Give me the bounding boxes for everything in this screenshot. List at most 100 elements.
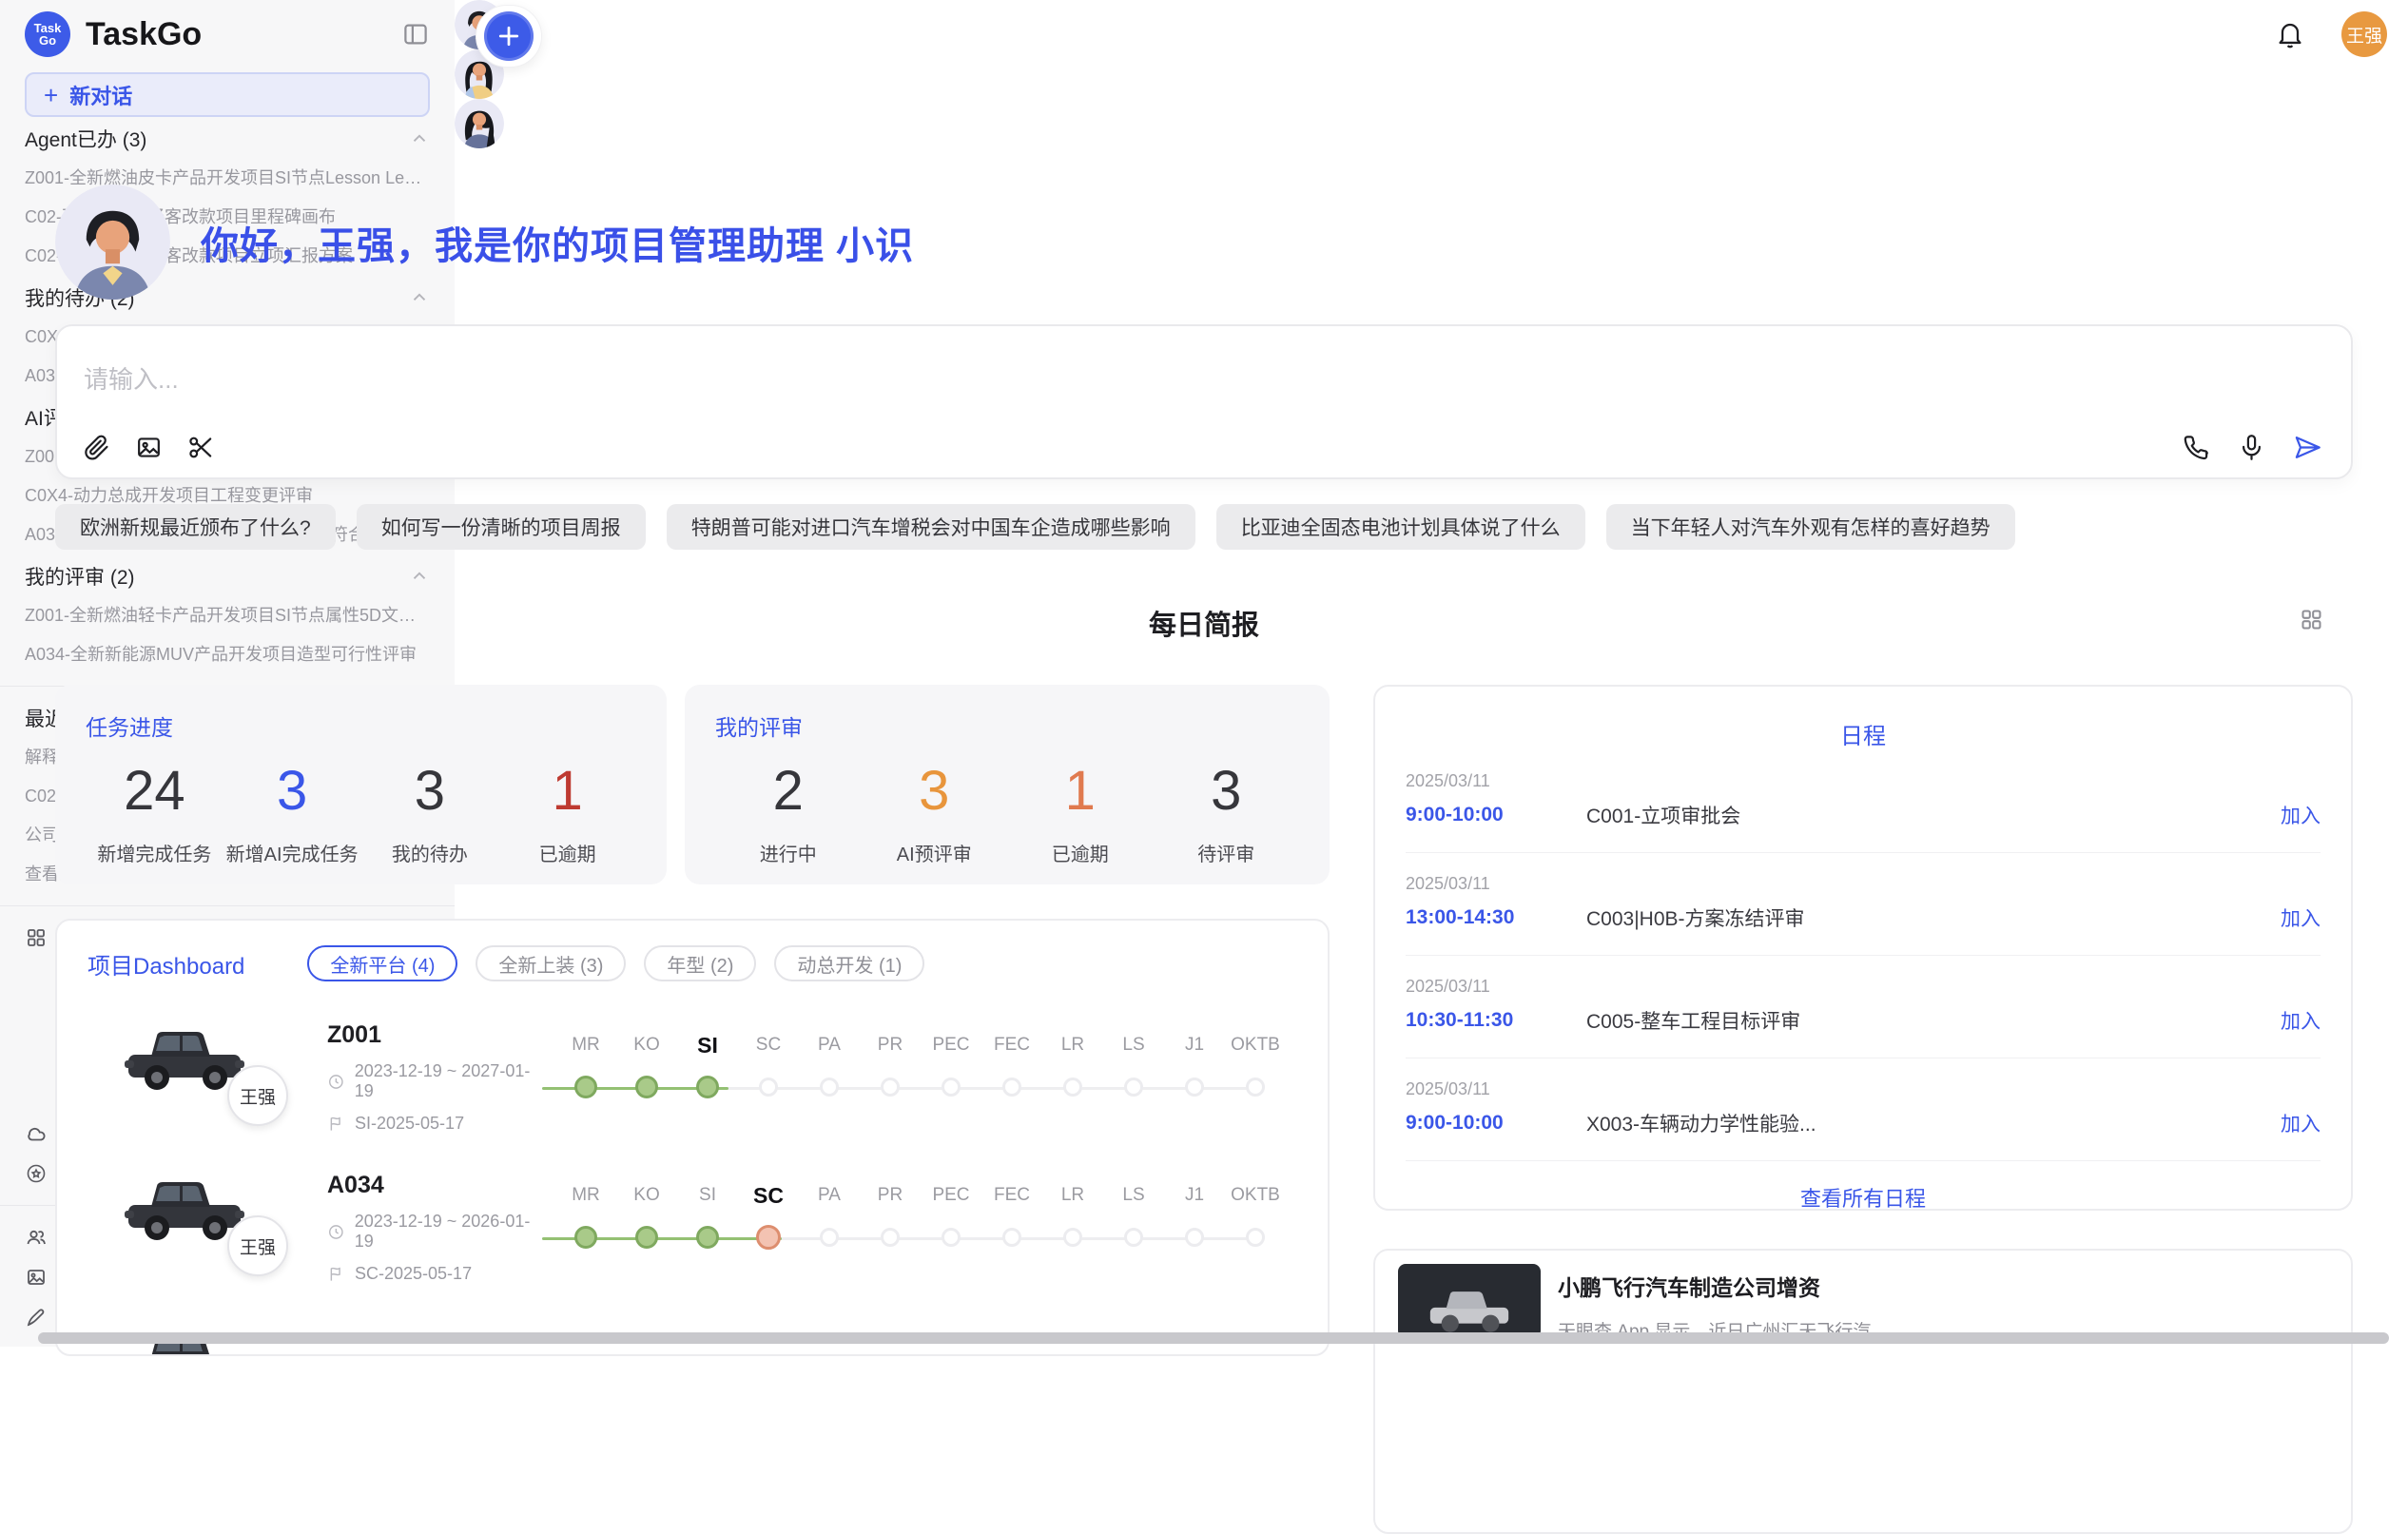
suggestion-chip[interactable]: 如何写一份清晰的项目周报 [357,504,646,550]
schedule-time: 9:00-10:00 [1406,804,1562,826]
milestone-node [1002,1078,1021,1097]
milestone-node [942,1078,961,1097]
milestone-node [1124,1078,1143,1097]
milestone-node-done [696,1226,719,1249]
milestone-node [820,1228,839,1247]
date-range-text: 2023-12-19 ~ 2026-01-19 [355,1212,546,1252]
clock-icon [327,1223,345,1241]
join-button[interactable]: 加入 [2281,1109,2321,1137]
chat-input[interactable]: 请输入... [84,360,2324,396]
microphone-icon[interactable] [2237,433,2266,462]
flag-icon [327,1115,345,1133]
chat-composer: 请输入... [55,324,2353,479]
view-all-schedule-link[interactable]: 查看所有日程 [1406,1182,2321,1211]
assistant-avatar-3[interactable] [455,99,504,148]
add-assistant-button[interactable] [484,11,534,61]
stat-label: 进行中 [715,839,862,866]
attachment-icon[interactable] [82,433,111,462]
milestone-label: PA [818,1181,841,1210]
image-upload-icon[interactable] [134,433,164,462]
milestone-node-done [635,1076,658,1098]
schedule-card: 日程 2025/03/11 9:00-10:00 C001-立项审批会 加入 2… [1373,685,2353,1211]
stat-label: 新增完成任务 [86,839,223,866]
stat-value: 24 [86,748,223,835]
suggestion-chip[interactable]: 比亚迪全固态电池计划具体说了什么 [1216,504,1585,550]
pen-icon [25,1306,48,1329]
milestone-label: J1 [1185,1031,1204,1059]
stat-new-ai-done: 3 新增AI完成任务 [223,748,361,866]
news-thumbnail [1398,1264,1541,1338]
tab-model-year[interactable]: 年型 (2) [644,945,756,981]
milestone-node [1002,1228,1021,1247]
milestone-label: FEC [994,1031,1030,1059]
milestone-label: MR [572,1181,600,1210]
join-button[interactable]: 加入 [2281,801,2321,829]
milestone-node [1124,1228,1143,1247]
milestone-label: MR [572,1031,600,1059]
screenshot-scissors-icon[interactable] [186,433,216,462]
send-icon[interactable] [2293,433,2322,462]
tab-new-body[interactable]: 全新上装 (3) [476,945,626,981]
milestone-track: MR KO SI SC PA PR PEC FEC LR LS J1 [555,1012,1259,1136]
stat-cards-row: 任务进度 24 新增完成任务 3 新增AI完成任务 [55,685,1330,884]
milestone-node [942,1228,961,1247]
project-code[interactable]: A034 [327,1172,546,1199]
milestone-label: SC [756,1031,781,1059]
schedule-item: 2025/03/11 9:00-10:00 X003-车辆动力学性能验... 加… [1406,1058,2321,1161]
stat-value: 3 [223,748,361,835]
schedule-date: 2025/03/11 [1406,1079,2321,1099]
project-code[interactable]: Z001 [327,1021,546,1049]
project-row-a034: 王强 A034 2023-12-19 ~ 2026-01-19 SC-2025-… [87,1162,1297,1307]
news-card[interactable]: 小鹏飞行汽车制造公司增资 天眼查 App 显示，近日广州汇天飞行汽 [1373,1249,2353,1534]
milestone-label: PA [818,1031,841,1059]
topbar [455,0,2408,86]
schedule-item: 2025/03/11 13:00-14:30 C003|H0B-方案冻结评审 加… [1406,853,2321,956]
milestone-label: PR [878,1031,903,1059]
schedule-title: 日程 [1406,717,2321,750]
milestone-label: LR [1061,1031,1084,1059]
project-owner-badge: 王强 [227,1065,288,1126]
suggestion-chip[interactable]: 欧洲新规最近颁布了什么? [55,504,336,550]
stat-value: 1 [1007,748,1154,835]
milestone-label: FEC [994,1181,1030,1210]
suggestion-chip[interactable]: 特朗普可能对进口汽车增税会对中国车企造成哪些影响 [667,504,1195,550]
project-info: Z001 2023-12-19 ~ 2027-01-19 SI-2025-05-… [327,1021,546,1134]
tab-powertrain[interactable]: 动总开发 (1) [774,945,924,981]
milestone-label: KO [633,1031,659,1059]
project-info: A034 2023-12-19 ~ 2026-01-19 SC-2025-05-… [327,1172,546,1284]
suggestion-chip[interactable]: 当下年轻人对汽车外观有怎样的喜好趋势 [1606,504,2015,550]
card-title: 任务进度 [86,709,636,742]
phone-call-icon[interactable] [2181,433,2210,462]
stat-value: 3 [361,748,499,835]
news-body: 小鹏飞行汽车制造公司增资 天眼查 App 显示，近日广州汇天飞行汽 [1558,1264,1871,1519]
join-button[interactable]: 加入 [2281,1006,2321,1035]
milestone-node [1246,1228,1265,1247]
milestone-node [1246,1078,1265,1097]
greeting-text: 你好，王强，我是你的项目管理助理 小识 [201,215,914,270]
dashboard-tabs: 全新平台 (4) 全新上装 (3) 年型 (2) 动总开发 (1) [307,945,924,981]
schedule-event-title: X003-车辆动力学性能验... [1586,1109,2281,1137]
milestone-node-done [635,1226,658,1249]
milestone-label-current: SI [697,1031,718,1059]
layout-grid-icon[interactable] [2299,607,2324,632]
horizontal-scrollbar[interactable] [38,1332,2389,1344]
stat-in-progress: 2 进行中 [715,748,862,866]
milestone-node [1063,1228,1082,1247]
stat-value: 3 [862,748,1008,835]
milestone-node [1185,1228,1204,1247]
stat-label: 已逾期 [498,839,636,866]
project-flag-milestone: SI-2025-05-17 [327,1114,546,1134]
join-button[interactable]: 加入 [2281,903,2321,932]
milestone-node [759,1078,778,1097]
milestone-node [1185,1078,1204,1097]
milestone-label: LS [1122,1181,1144,1210]
date-range-text: 2023-12-19 ~ 2027-01-19 [355,1061,546,1101]
plus-icon [495,22,523,50]
dashboard-title: 项目Dashboard [87,947,244,981]
stat-label: 新增AI完成任务 [223,839,361,866]
stat-pending-review: 3 待评审 [1154,748,1300,866]
hero-section: 你好，王强，我是你的项目管理助理 小识 [55,184,2353,300]
daily-brief-header: 每日简报 [55,603,2353,637]
milestone-label: SI [699,1181,716,1210]
tab-new-platform[interactable]: 全新平台 (4) [307,945,457,981]
